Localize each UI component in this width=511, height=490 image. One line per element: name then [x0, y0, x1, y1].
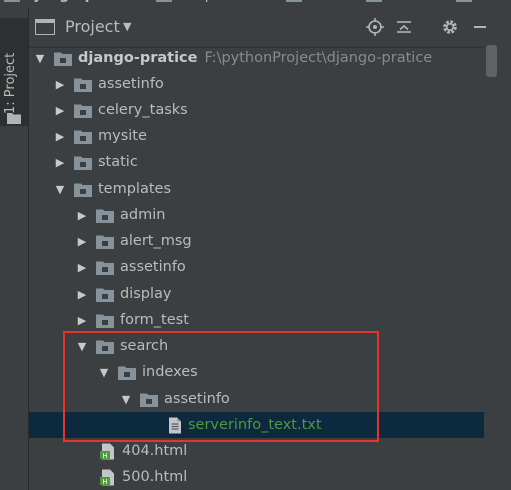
tree-item-assetinfo[interactable]: ▶ assetinfo	[29, 254, 484, 280]
tree-item-celery-tasks[interactable]: ▶ celery_tasks	[29, 97, 484, 123]
tree-item-label: form_test	[120, 312, 189, 328]
tree-item-label: 500.html	[122, 469, 188, 485]
folder-icon	[156, 0, 172, 2]
locate-file-button[interactable]	[364, 16, 386, 38]
svg-text:H: H	[102, 452, 107, 460]
expand-arrow-icon[interactable]: ▶	[76, 228, 88, 254]
tree-item-label: alert_msg	[120, 233, 192, 249]
panel-title: Project	[65, 17, 120, 36]
tree-item-assetinfo[interactable]: ▶ assetinfo	[29, 71, 484, 97]
tree-item-label: assetinfo	[98, 76, 164, 92]
expand-arrow-icon[interactable]: ▶	[76, 202, 88, 228]
expand-arrow-icon[interactable]: ▶	[54, 123, 66, 149]
project-panel-header: Project ▼	[29, 7, 511, 48]
tree-item-alert-msg[interactable]: ▶ alert_msg	[29, 228, 484, 254]
breadcrumb-item-search[interactable]: search	[286, 0, 354, 3]
crosshair-icon	[366, 18, 384, 36]
project-tool-window-tab[interactable]: 1: Project	[0, 18, 28, 126]
folder-icon	[96, 314, 114, 328]
expand-arrow-icon[interactable]: ▶	[76, 254, 88, 280]
tree-item-label: static	[98, 154, 138, 170]
vertical-scrollbar[interactable]	[484, 45, 511, 490]
folder-icon	[4, 0, 20, 2]
tree-item-form-test[interactable]: ▶ form_test	[29, 307, 484, 333]
breadcrumb-item-indexes[interactable]: indexes	[366, 0, 441, 3]
expand-arrow-icon[interactable]: ▶	[54, 149, 66, 175]
collapse-arrow-icon[interactable]: ▼	[34, 45, 46, 71]
gear-icon	[443, 20, 457, 34]
collapse-all-button[interactable]	[393, 16, 415, 38]
scrollbar-thumb[interactable]	[486, 45, 497, 77]
folder-icon	[74, 156, 92, 170]
folder-icon	[74, 104, 92, 118]
expand-arrow-icon[interactable]: ▶	[76, 281, 88, 307]
folder-icon	[96, 235, 114, 249]
tree-item-mysite[interactable]: ▶ mysite	[29, 123, 484, 149]
tool-window-stripe: 1: Project	[0, 7, 29, 490]
annotation-highlight-box	[63, 331, 379, 442]
folder-icon	[96, 288, 114, 302]
tree-item-label: assetinfo	[120, 259, 186, 275]
project-folder-icon	[54, 52, 72, 66]
folder-icon	[96, 209, 114, 223]
tree-item-static[interactable]: ▶ static	[29, 149, 484, 175]
tool-window-tab-label: 1: Project	[3, 52, 18, 114]
tree-item-templates[interactable]: ▼ templates	[29, 176, 484, 202]
html-file-icon: H	[100, 469, 114, 486]
tree-item-label: 404.html	[122, 443, 188, 459]
folder-icon	[456, 0, 472, 2]
html-file-icon: H	[100, 443, 114, 460]
view-mode-dropdown-icon[interactable]: ▼	[123, 20, 131, 33]
breadcrumb-item-assetinfo[interactable]: asse	[456, 0, 509, 3]
tree-item-admin[interactable]: ▶ admin	[29, 202, 484, 228]
tree-item-500-html[interactable]: H 500.html	[29, 464, 484, 490]
tree-root-project[interactable]: ▼ django-pratice F:\pythonProject\django…	[29, 45, 484, 71]
folder-icon	[7, 113, 21, 124]
project-window-icon	[35, 19, 55, 35]
expand-arrow-icon[interactable]: ▶	[54, 97, 66, 123]
folder-icon	[286, 0, 302, 2]
tree-item-label: display	[120, 286, 172, 302]
folder-icon	[74, 183, 92, 197]
collapse-icon	[397, 21, 411, 33]
breadcrumb-item-project[interactable]: django-pratice	[4, 0, 140, 3]
tree-item-label: django-pratice	[78, 50, 198, 66]
breadcrumb-item-templates[interactable]: templates	[156, 0, 248, 3]
collapse-arrow-icon[interactable]: ▼	[54, 176, 66, 202]
tree-item-label: templates	[98, 181, 172, 197]
tree-item-label: mysite	[98, 128, 147, 144]
project-path: F:\pythonProject\django-pratice	[204, 50, 433, 66]
hide-panel-button[interactable]	[469, 16, 491, 38]
minimize-icon	[474, 26, 486, 28]
folder-icon	[366, 0, 382, 2]
folder-icon	[96, 261, 114, 275]
expand-arrow-icon[interactable]: ▶	[76, 307, 88, 333]
tree-item-label: celery_tasks	[98, 102, 188, 118]
tree-item-label: admin	[120, 207, 166, 223]
settings-button[interactable]	[439, 16, 461, 38]
folder-icon	[74, 130, 92, 144]
folder-icon	[74, 78, 92, 92]
tree-item-display[interactable]: ▶ display	[29, 281, 484, 307]
svg-text:H: H	[102, 478, 107, 486]
expand-arrow-icon[interactable]: ▶	[54, 71, 66, 97]
